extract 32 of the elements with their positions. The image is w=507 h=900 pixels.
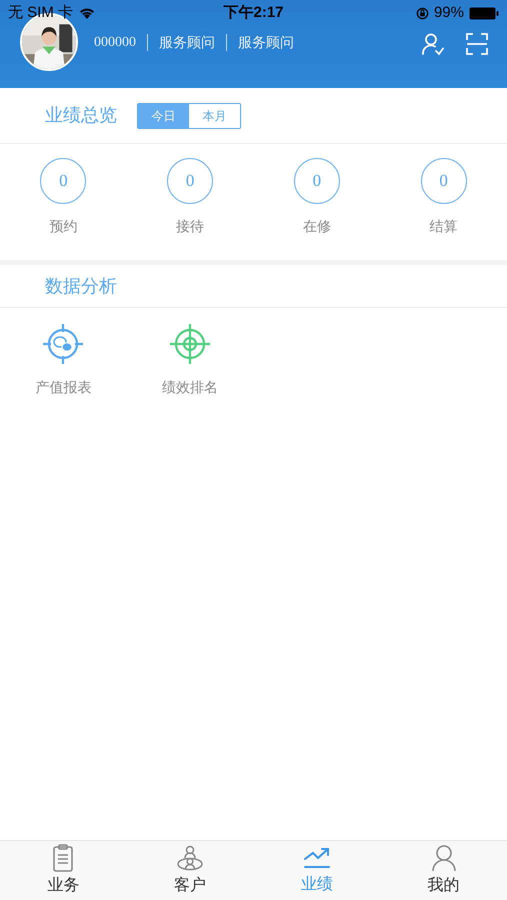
people-icon	[176, 844, 204, 872]
wifi-icon	[79, 7, 96, 19]
section-title: 数据分析	[45, 274, 117, 298]
clock-text: 下午2:17	[223, 2, 284, 23]
target-chat-icon	[42, 323, 84, 365]
clipboard-icon	[52, 844, 74, 872]
stat-label: 在修	[302, 217, 331, 236]
rotation-lock-icon	[416, 6, 429, 20]
analysis-item[interactable]: 产值报表	[0, 323, 127, 398]
period-tab[interactable]: 今日	[138, 104, 189, 128]
role-text: 服务顾问	[159, 32, 215, 52]
count-badge: 0	[167, 158, 214, 204]
tab-bar-item[interactable]: 业务	[0, 841, 127, 900]
crosshair-icon	[169, 323, 212, 365]
stat-label: 接待	[176, 217, 204, 236]
user-check-icon[interactable]	[421, 32, 445, 56]
staff-code: 000000	[94, 34, 136, 52]
count-badge: 0	[294, 158, 340, 204]
count-badge: 0	[420, 158, 467, 204]
count-badge: 0	[40, 158, 86, 204]
battery-icon	[469, 6, 499, 20]
stat-label: 结算	[430, 217, 458, 236]
analysis-item[interactable]: 绩效排名	[126, 323, 254, 398]
role-text: 服务顾问	[238, 32, 294, 52]
section-title: 业绩总览	[45, 104, 117, 127]
battery-percent: 99%	[434, 2, 464, 23]
tab-bar-item[interactable]: 客户	[126, 841, 254, 900]
tab-bar-item[interactable]: 业绩	[254, 841, 380, 900]
person-icon	[430, 844, 457, 872]
scan-icon[interactable]	[465, 32, 489, 56]
tab-bar-item[interactable]: 我的	[380, 841, 507, 900]
stat-label: 预约	[49, 217, 78, 236]
